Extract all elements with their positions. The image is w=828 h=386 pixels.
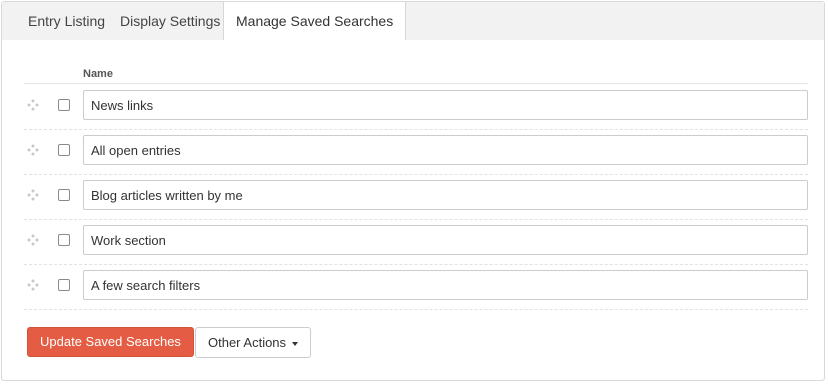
row-select-checkbox[interactable]	[58, 144, 70, 156]
caret-down-icon	[292, 341, 299, 346]
update-saved-searches-button[interactable]: Update Saved Searches	[27, 327, 194, 357]
drag-handle-icon[interactable]	[27, 279, 39, 291]
saved-search-name-input[interactable]	[83, 270, 808, 300]
drag-handle-icon[interactable]	[27, 189, 39, 201]
tab-display-settings[interactable]: Display Settings	[108, 2, 232, 40]
saved-search-name-input[interactable]	[83, 90, 808, 120]
saved-search-name-input[interactable]	[83, 135, 808, 165]
saved-search-row	[24, 129, 808, 175]
row-select-checkbox[interactable]	[58, 99, 70, 111]
saved-search-name-input[interactable]	[83, 180, 808, 210]
drag-handle-icon[interactable]	[27, 144, 39, 156]
row-select-checkbox[interactable]	[58, 189, 70, 201]
drag-handle-icon[interactable]	[27, 99, 39, 111]
tab-bar: Entry Listing Display Settings Manage Sa…	[2, 2, 824, 41]
saved-search-name-input[interactable]	[83, 225, 808, 255]
saved-search-row	[24, 219, 808, 265]
row-select-checkbox[interactable]	[58, 234, 70, 246]
saved-search-row	[24, 84, 808, 130]
saved-search-row	[24, 174, 808, 220]
drag-handle-icon[interactable]	[27, 234, 39, 246]
tab-entry-listing[interactable]: Entry Listing	[16, 2, 117, 40]
row-select-checkbox[interactable]	[58, 279, 70, 291]
other-actions-label: Other Actions	[208, 335, 287, 350]
saved-search-row	[24, 264, 808, 310]
name-column-header: Name	[83, 68, 113, 80]
other-actions-dropdown-button[interactable]: Other Actions	[195, 327, 312, 358]
tab-manage-saved-searches[interactable]: Manage Saved Searches	[223, 2, 407, 41]
